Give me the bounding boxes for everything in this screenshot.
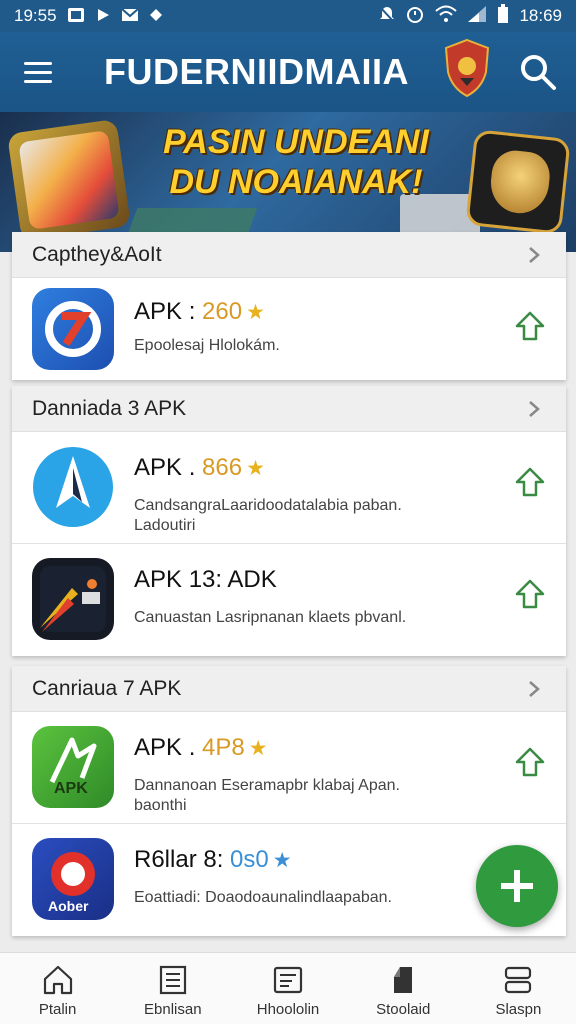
app-list-item[interactable]: APK APK . 4P8 ★ Dannanoan Eseramapbr klab… (12, 712, 566, 824)
install-icon[interactable] (514, 746, 546, 778)
chevron-right-icon (529, 681, 540, 697)
gallery-icon (67, 7, 85, 26)
banner-subheadline: DU NOAIANAK! (169, 163, 423, 201)
section-title: Canriaua 7 APK (32, 676, 182, 700)
app-rating: 0s0 (230, 846, 269, 873)
section-title: Capthey&AoIt (32, 242, 162, 266)
app-description: Dannanoan Eseramapbr klabaj Apan. baonth… (134, 777, 400, 814)
app-rating: 260 (202, 298, 243, 325)
alarm-icon (405, 4, 425, 29)
install-icon[interactable] (514, 310, 546, 342)
search-button[interactable] (518, 52, 558, 92)
section-header[interactable]: Danniada 3 APK (12, 386, 566, 432)
app-icon: APK (32, 726, 114, 808)
app-description: Canuastan Lasripnanan klaets pbvanl. (134, 609, 407, 626)
bottom-navigation: Ptalin Ebnlisan Hhoololin Stoolaid Slasp… (0, 952, 576, 1024)
promo-banner[interactable]: PASIN UNDEANI DU NOAIANAK! (0, 112, 576, 252)
banner-app-tile-icon (7, 118, 131, 242)
app-description: CandsangraLaaridoodatalabia paban. Ladou… (134, 497, 402, 534)
app-icon (32, 446, 114, 528)
app-name: APK 13: ADK (134, 566, 277, 593)
mute-icon (379, 5, 396, 28)
app-list-item[interactable]: APK : 260 ★ Epoolesaj Hlolokám. (12, 278, 566, 380)
menu-button[interactable] (0, 32, 76, 112)
app-icon (32, 288, 114, 370)
tag-icon (394, 967, 413, 993)
app-rating: 4P8 (202, 734, 245, 761)
star-icon: ★ (272, 849, 292, 872)
home-icon (43, 965, 72, 995)
app-name: APK . 866 ★ (134, 454, 265, 481)
section-header[interactable]: Canriaua 7 APK (12, 666, 566, 712)
app-bar: FUDERNIIDMAIIA (0, 32, 576, 112)
storage-icon (505, 966, 532, 994)
chevron-right-icon (529, 247, 540, 263)
document-icon (273, 966, 303, 994)
nav-item-documents[interactable]: Hhoololin (230, 953, 345, 1024)
section-card: Danniada 3 APK APK . 866 ★ CandsangraLaar… (12, 386, 566, 656)
add-button[interactable] (476, 845, 558, 927)
list-icon (159, 965, 186, 995)
app-name: APK : 260 ★ (134, 298, 265, 325)
app-name: R6llar 8: 0s0 ★ (134, 846, 292, 873)
status-time-left: 19:55 (14, 6, 57, 25)
star-icon: ★ (248, 737, 268, 760)
mail-icon (120, 7, 139, 25)
star-icon: ★ (246, 457, 265, 480)
app-rating: 866 (202, 454, 243, 481)
section-header[interactable]: Capthey&AoIt (12, 232, 566, 278)
status-bar: 19:55 18:69 (0, 0, 576, 32)
nav-label: Ebnlisan (144, 1001, 202, 1018)
nav-item-storage[interactable]: Slaspn (461, 953, 576, 1024)
nav-item-list[interactable]: Ebnlisan (115, 953, 230, 1024)
section-card: Capthey&AoIt APK : 260 ★ Epoolesaj Hlolok… (12, 232, 566, 380)
nav-label: Slaspn (495, 1001, 542, 1018)
nav-label: Stoolaid (376, 1001, 431, 1018)
chevron-right-icon (529, 401, 540, 417)
app-icon: Aober (32, 838, 114, 920)
nav-item-home[interactable]: Ptalin (0, 953, 115, 1024)
nav-label: Ptalin (38, 1001, 77, 1018)
nav-item-tags[interactable]: Stoolaid (346, 953, 461, 1024)
nav-label: Hhoololin (256, 1001, 320, 1018)
app-name: APK . 4P8 ★ (134, 734, 268, 761)
play-icon (95, 7, 111, 26)
banner-headline: PASIN UNDEANI (163, 123, 429, 161)
star-icon: ★ (246, 301, 265, 324)
signal-icon (467, 5, 487, 28)
app-list-item[interactable]: APK 13: ADK Canuastan Lasripnanan klaets… (12, 544, 566, 656)
apk-badge: APK (54, 780, 88, 797)
app-icon (32, 558, 114, 640)
wifi-icon (435, 5, 458, 28)
section-title: Danniada 3 APK (32, 396, 187, 420)
diamond-icon (149, 8, 163, 25)
app-description: Eoattiadi: Doaodoaunalindlaapaban. (134, 889, 392, 906)
app-list-item[interactable]: APK . 866 ★ CandsangraLaaridoodatalabia p… (12, 432, 566, 544)
install-icon[interactable] (514, 466, 546, 498)
banner-mask-tile-icon (465, 129, 571, 235)
status-time-right: 18:69 (519, 6, 562, 25)
shield-logo-icon (444, 38, 490, 98)
app-title: FUDERNIIDMAIIA (104, 51, 409, 92)
app-description: Epoolesaj Hlolokám. (134, 337, 280, 354)
aober-badge: Aober (48, 898, 89, 914)
install-icon[interactable] (514, 578, 546, 610)
battery-icon (497, 3, 509, 29)
plus-icon (501, 870, 533, 902)
